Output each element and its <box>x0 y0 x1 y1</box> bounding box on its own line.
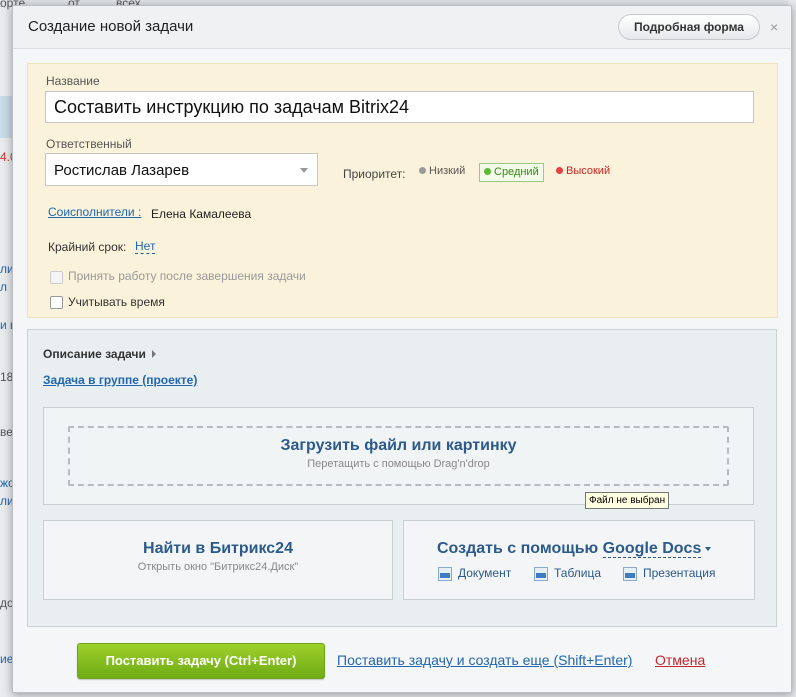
priority-low-label: Низкий <box>429 165 466 177</box>
deadline-label: Крайний срок: <box>48 240 127 254</box>
priority-label: Приоритет: <box>343 167 406 181</box>
priority-medium-label: Средний <box>494 166 539 178</box>
background-text: ве <box>0 425 13 439</box>
create-spreadsheet-label: Таблица <box>554 566 602 580</box>
cancel-link[interactable]: Отмена <box>655 652 705 668</box>
chevron-down-icon <box>705 547 712 551</box>
task-main-fields: Название Ответственный Ростислав Лазарев… <box>27 63 778 318</box>
responsible-label: Ответственный <box>46 137 132 151</box>
full-form-button[interactable]: Подробная форма <box>618 14 760 40</box>
upload-title: Загрузить файл или картинку <box>280 437 517 454</box>
close-icon[interactable]: × <box>770 19 778 35</box>
accept-work-checkbox[interactable] <box>50 271 63 284</box>
group-project-link[interactable]: Задача в группе (проекте) <box>43 373 197 387</box>
file-dropzone[interactable]: Загрузить файл или картинку Перетащить с… <box>68 426 729 486</box>
title-label: Название <box>46 74 100 88</box>
background-text: л <box>0 280 8 294</box>
description-toggle[interactable]: Описание задачи <box>43 347 156 361</box>
file-icon <box>438 567 452 581</box>
google-docs-title-prefix: Создать с помощью <box>437 540 599 557</box>
coexecutors-link[interactable]: Соисполнители : <box>48 205 141 219</box>
new-task-dialog: Создание новой задачи Подробная форма × … <box>12 5 792 693</box>
bitrix-disk-card[interactable]: Найти в Битрикс24 Открыть окно "Битрикс2… <box>43 520 393 600</box>
google-docs-card: Создать с помощью Google Docs Документ Т… <box>403 520 755 600</box>
upload-subtitle: Перетащить с помощью Drag'n'drop <box>307 458 490 470</box>
google-docs-brand: Google Docs <box>602 540 702 558</box>
create-spreadsheet-link[interactable]: Таблица <box>534 566 601 581</box>
priority-medium-option[interactable]: Средний <box>479 163 544 182</box>
chevron-down-icon <box>300 168 308 173</box>
bitrix-disk-title: Найти в Битрикс24 <box>143 540 293 557</box>
responsible-value: Ростислав Лазарев <box>54 162 190 179</box>
priority-high-option[interactable]: Высокий <box>552 162 614 180</box>
bitrix-disk-subtitle: Открыть окно "Битрикс24.Диск" <box>137 561 299 573</box>
track-time-label: Учитывать время <box>68 295 165 309</box>
task-title-input[interactable] <box>45 91 754 123</box>
create-document-link[interactable]: Документ <box>438 566 511 581</box>
description-toggle-label: Описание задачи <box>43 347 146 361</box>
file-tooltip: Файл не выбран <box>585 492 670 509</box>
priority-high-label: Высокий <box>566 165 611 177</box>
file-icon <box>623 567 637 581</box>
chevron-right-icon <box>151 350 156 358</box>
deadline-link[interactable]: Нет <box>135 239 156 254</box>
responsible-select[interactable]: Ростислав Лазарев <box>45 153 318 186</box>
google-docs-menu[interactable]: Создать с помощью Google Docs <box>437 540 712 558</box>
background-bar <box>0 96 12 138</box>
file-icon <box>534 567 548 581</box>
create-document-label: Документ <box>458 566 512 580</box>
create-presentation-label: Презентация <box>643 566 716 580</box>
priority-high-dot-icon <box>556 167 563 174</box>
submit-task-button[interactable]: Поставить задачу (Ctrl+Enter) <box>77 643 325 679</box>
priority-low-dot-icon <box>419 167 426 174</box>
dialog-header: Создание новой задачи Подробная форма × <box>13 6 791 49</box>
priority-medium-dot-icon <box>484 168 491 175</box>
task-extra-section: Описание задачи Задача в группе (проекте… <box>27 329 777 627</box>
coexecutor-name: Елена Камалеева <box>151 207 252 221</box>
accept-work-label: Принять работу после завершения задачи <box>68 269 306 283</box>
priority-low-option[interactable]: Низкий <box>415 162 469 180</box>
create-presentation-link[interactable]: Презентация <box>623 566 716 581</box>
upload-area: Загрузить файл или картинку Перетащить с… <box>43 407 754 505</box>
track-time-checkbox[interactable] <box>50 296 63 309</box>
submit-and-new-link[interactable]: Поставить задачу и создать еще (Shift+En… <box>337 652 632 668</box>
dialog-title: Создание новой задачи <box>28 18 194 35</box>
